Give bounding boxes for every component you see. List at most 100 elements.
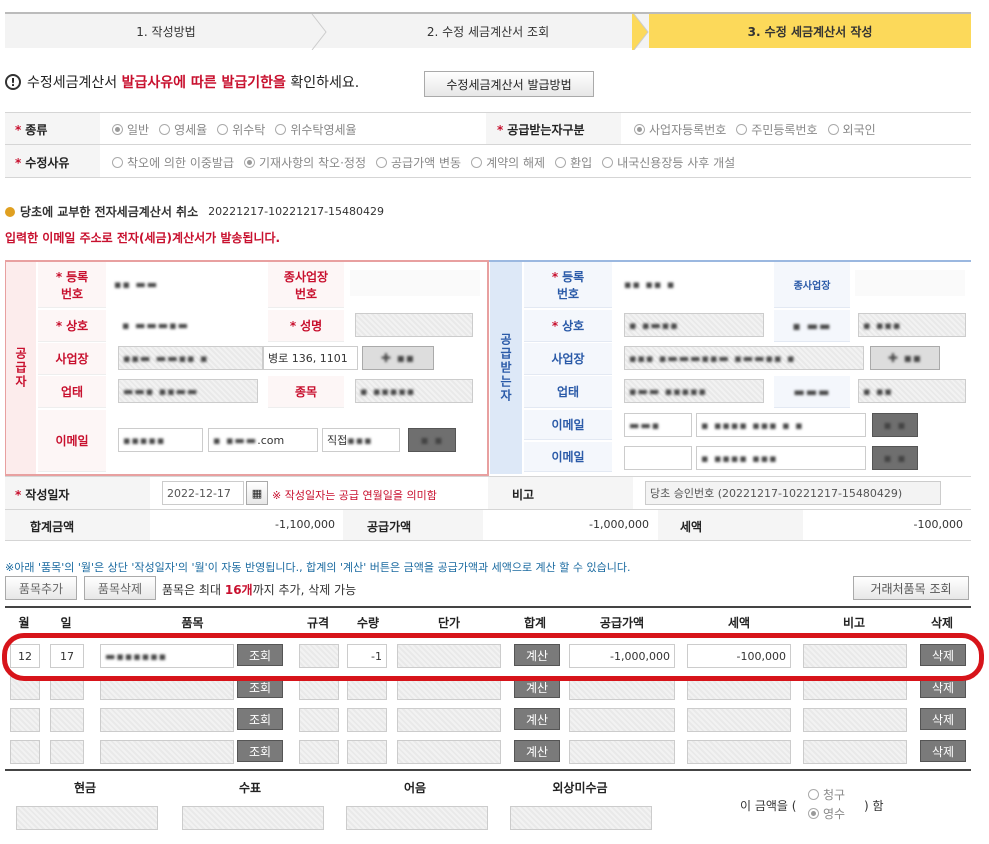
row1-spec[interactable] xyxy=(299,644,339,668)
supplier-biz-type-field[interactable]: ▬▬▪ ▪▪▬▬ xyxy=(118,379,258,403)
receiver-email2-domain-field[interactable]: ▪ ▪▪▪▪ ▪▪▪ xyxy=(696,446,866,470)
kind-option-consign[interactable]: 위수탁 xyxy=(217,121,265,138)
row3-spec[interactable] xyxy=(299,708,339,732)
row2-item[interactable] xyxy=(100,676,234,700)
row1-note[interactable] xyxy=(803,644,907,668)
supplier-name-field[interactable] xyxy=(355,313,473,337)
supplier-item-field[interactable]: ▪ ▪▪▪▪▪ xyxy=(355,379,473,403)
supplier-address-field-1[interactable]: ▪▪▬ ▬▬▪▪ ▪ xyxy=(118,346,263,370)
write-date-field[interactable]: 2022-12-17 xyxy=(162,481,244,505)
payment-check-field[interactable] xyxy=(182,806,324,830)
row3-item[interactable] xyxy=(100,708,234,732)
row2-supply[interactable] xyxy=(569,676,675,700)
receiver-biz-type-field[interactable]: ▪▬▬ ▪▪▪▪▪ xyxy=(624,379,764,403)
receiver-type-foreigner[interactable]: 외국인 xyxy=(827,121,876,138)
row1-unit-price[interactable] xyxy=(397,644,501,668)
supplier-email-domain-field[interactable]: ▪ ▪▬▬ .com xyxy=(208,428,318,452)
row4-calc-button[interactable]: 계산 xyxy=(514,740,560,762)
row1-month[interactable]: 12 xyxy=(10,644,40,668)
row4-month[interactable] xyxy=(10,740,40,764)
receiver-email2-id-field[interactable] xyxy=(624,446,692,470)
row4-tax[interactable] xyxy=(687,740,791,764)
row4-item[interactable] xyxy=(100,740,234,764)
row4-spec[interactable] xyxy=(299,740,339,764)
row2-note[interactable] xyxy=(803,676,907,700)
payment-note-field[interactable] xyxy=(346,806,488,830)
issuance-method-button[interactable]: 수정세금계산서 발급방법 xyxy=(424,71,594,97)
row1-qty[interactable]: -1 xyxy=(347,644,387,668)
receiver-item-field[interactable]: ▪ ▪▪ xyxy=(858,379,966,403)
receiver-address-search-button[interactable]: ✚ ▪▪ xyxy=(870,346,940,370)
payment-cash-field[interactable] xyxy=(16,806,158,830)
receiver-name-field[interactable]: ▪ ▪▪▪ xyxy=(858,313,966,337)
row3-day[interactable] xyxy=(50,708,84,732)
receiver-sub-biz-field[interactable] xyxy=(855,270,965,296)
row3-month[interactable] xyxy=(10,708,40,732)
reason-option-duplicate[interactable]: 착오에 의한 이중발급 xyxy=(112,154,234,171)
row1-calc-button[interactable]: 계산 xyxy=(514,644,560,666)
row4-supply[interactable] xyxy=(569,740,675,764)
receiver-email-domain-field[interactable]: ▪ ▪▪▪▪ ▪▪▪ ▪ ▪ xyxy=(696,413,866,437)
row2-unit-price[interactable] xyxy=(397,676,501,700)
supplier-sub-biz-field[interactable] xyxy=(350,270,480,296)
row1-delete-button[interactable]: 삭제 xyxy=(920,644,966,666)
supplier-company-field[interactable]: ▪ ▬▬▬▪▬ xyxy=(118,313,258,337)
receiver-company-field[interactable]: ▪ ▪▬▪▪ xyxy=(624,313,764,337)
row4-unit-price[interactable] xyxy=(397,740,501,764)
supplier-email-id-field[interactable]: ▪▪▪▪▪ xyxy=(118,428,203,452)
row1-lookup-button[interactable]: 조회 xyxy=(237,644,283,666)
row3-qty[interactable] xyxy=(347,708,387,732)
reason-option-contract-cancel[interactable]: 계약의 해제 xyxy=(471,154,545,171)
row2-calc-button[interactable]: 계산 xyxy=(514,676,560,698)
row1-day[interactable]: 17 xyxy=(50,644,84,668)
receiver-email-button[interactable]: ▪ ▪ xyxy=(872,413,918,437)
row4-day[interactable] xyxy=(50,740,84,764)
receiver-type-resident[interactable]: 주민등록번호 xyxy=(736,121,818,138)
row1-item[interactable]: ▬▪▪▪▪▪▪ xyxy=(100,644,234,668)
row3-tax[interactable] xyxy=(687,708,791,732)
row4-note[interactable] xyxy=(803,740,907,764)
row2-day[interactable] xyxy=(50,676,84,700)
calendar-icon[interactable]: ▦ xyxy=(246,481,268,505)
receiver-email2-label: 이메일 xyxy=(524,442,612,472)
row3-unit-price[interactable] xyxy=(397,708,501,732)
row3-calc-button[interactable]: 계산 xyxy=(514,708,560,730)
row2-month[interactable] xyxy=(10,676,40,700)
row2-lookup-button[interactable]: 조회 xyxy=(237,676,283,698)
receiver-type-business[interactable]: 사업자등록번호 xyxy=(634,121,726,138)
payment-receipt-option[interactable]: 영수 xyxy=(808,805,845,822)
kind-option-general[interactable]: 일반 xyxy=(112,121,149,138)
row2-qty[interactable] xyxy=(347,676,387,700)
supplier-address-field-2[interactable]: 병로 136, 1101 xyxy=(263,346,358,370)
row1-supply[interactable]: -1,000,000 xyxy=(569,644,675,668)
reason-option-supply-change[interactable]: 공급가액 변동 xyxy=(376,154,461,171)
kind-option-zero-rate[interactable]: 영세율 xyxy=(159,121,207,138)
row3-note[interactable] xyxy=(803,708,907,732)
row3-lookup-button[interactable]: 조회 xyxy=(237,708,283,730)
receiver-address-field[interactable]: ▪▪▪ ▪▬▬▬▪▪▬ ▪▬▬▪▪ ▪ xyxy=(624,346,864,370)
row3-supply[interactable] xyxy=(569,708,675,732)
row2-tax[interactable] xyxy=(687,676,791,700)
add-item-button[interactable]: 품목추가 xyxy=(5,576,77,600)
reason-option-correction[interactable]: 기재사항의 착오·정정 xyxy=(244,154,366,171)
row2-spec[interactable] xyxy=(299,676,339,700)
row4-qty[interactable] xyxy=(347,740,387,764)
row1-tax[interactable]: -100,000 xyxy=(687,644,791,668)
delete-item-button[interactable]: 품목삭제 xyxy=(84,576,156,600)
note-field[interactable]: 당초 승인번호 (20221217-10221217-15480429) xyxy=(645,481,941,505)
row4-lookup-button[interactable]: 조회 xyxy=(237,740,283,762)
row2-delete-button[interactable]: 삭제 xyxy=(920,676,966,698)
payment-receivable-field[interactable] xyxy=(510,806,652,830)
supplier-email-button[interactable]: ▪ ▪ xyxy=(408,428,456,452)
payment-claim-option[interactable]: 청구 xyxy=(808,786,845,803)
row3-delete-button[interactable]: 삭제 xyxy=(920,708,966,730)
reason-option-return[interactable]: 환입 xyxy=(555,154,592,171)
receiver-email-id-field[interactable]: ▬▬▪ xyxy=(624,413,692,437)
supplier-email-select[interactable]: 직접 ▪▪▪ xyxy=(322,428,400,452)
partner-item-lookup-button[interactable]: 거래처품목 조회 xyxy=(853,576,969,600)
reason-option-local-lc[interactable]: 내국신용장등 사후 개설 xyxy=(602,154,735,171)
receiver-email2-button[interactable]: ▪ ▪ xyxy=(872,446,918,470)
row4-delete-button[interactable]: 삭제 xyxy=(920,740,966,762)
kind-option-consign-zero[interactable]: 위수탁영세율 xyxy=(275,121,357,138)
supplier-address-search-button[interactable]: ✚ ▪▪ xyxy=(362,346,434,370)
